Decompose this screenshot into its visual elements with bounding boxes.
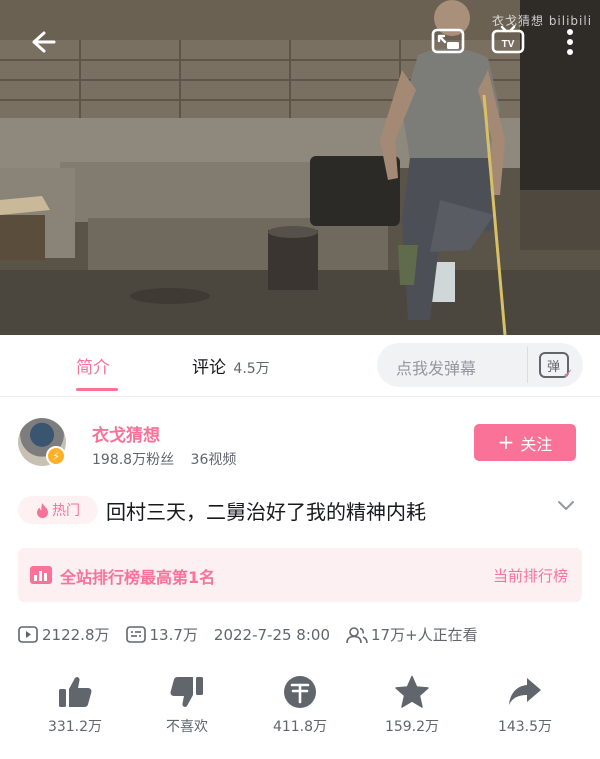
viewers-icon	[346, 626, 368, 643]
tab-intro[interactable]: 简介	[76, 353, 110, 378]
play-count: 2122.8万	[42, 626, 110, 644]
dislike-label: 不喜欢	[166, 719, 208, 735]
follow-label: 关注	[520, 434, 553, 454]
video-meta: 2122.8万 13.7万 2022-7-25 8:00 17万+人正在看	[18, 624, 478, 645]
video-count: 36视频	[190, 452, 237, 468]
check-icon: ✓	[562, 367, 574, 382]
thumbs-up-icon	[59, 677, 92, 707]
video-title: 回村三天，二舅治好了我的精神内耗	[106, 500, 426, 524]
dislike-button[interactable]: 不喜欢	[137, 672, 237, 736]
fire-icon	[37, 502, 48, 518]
coin-button[interactable]: 411.8万	[250, 672, 350, 736]
svg-text:TV: TV	[502, 39, 515, 50]
action-bar: 331.2万 不喜欢 411.8万 159.2万 143.5万	[0, 672, 600, 742]
chevron-down-icon[interactable]	[556, 496, 576, 516]
danmaku-settings-button[interactable]: 弹 ✓	[527, 347, 579, 383]
danmaku-count: 13.7万	[149, 626, 198, 644]
cast-tv-button[interactable]: TV	[488, 22, 528, 62]
current-ranking-link[interactable]: 当前排行榜	[493, 565, 568, 586]
play-count-icon	[18, 626, 38, 643]
favorite-count: 159.2万	[384, 719, 440, 735]
share-arrow-icon	[509, 678, 541, 705]
danmaku-icon: 弹 ✓	[538, 352, 574, 382]
ranking-text: 全站排行榜最高第1名	[60, 568, 216, 587]
follower-count: 198.8万粉丝	[92, 452, 175, 468]
back-button[interactable]	[22, 22, 62, 62]
share-count: 143.5万	[497, 719, 553, 735]
active-tab-indicator	[76, 388, 118, 391]
thumbs-down-icon	[170, 677, 203, 707]
plus-icon: +	[497, 429, 515, 454]
favorite-button[interactable]: 159.2万	[362, 672, 462, 736]
video-player[interactable]: 衣戈猜想 bilibili TV	[0, 0, 600, 335]
hot-tag[interactable]: 热门	[18, 496, 98, 524]
publish-date: 2022-7-25 8:00	[213, 625, 330, 644]
tv-icon: TV	[491, 26, 525, 54]
more-options-button[interactable]	[552, 22, 588, 62]
lightning-badge-icon: ⚡	[46, 446, 66, 466]
picture-in-picture-button[interactable]	[428, 22, 468, 62]
follow-button[interactable]: + 关注	[474, 424, 576, 461]
watching-now: 17万+人正在看	[371, 626, 478, 644]
coin-icon	[284, 676, 316, 708]
danmaku-icon-text: 弹	[546, 359, 560, 375]
hot-tag-label: 热门	[52, 503, 80, 519]
uploader-name[interactable]: 衣戈猜想	[92, 421, 160, 446]
danmaku-input[interactable]: 点我发弹幕 弹 ✓	[377, 343, 583, 387]
tab-comments-label: 评论	[192, 358, 226, 378]
like-button[interactable]: 331.2万	[25, 672, 125, 736]
ranking-banner[interactable]: 全站排行榜最高第1名 当前排行榜	[18, 548, 582, 602]
tab-comments[interactable]: 评论 4.5万	[192, 353, 270, 378]
picture-in-picture-icon	[431, 28, 465, 54]
comments-count: 4.5万	[233, 361, 270, 377]
share-button[interactable]: 143.5万	[475, 672, 575, 736]
bar-chart-icon	[30, 566, 52, 584]
danmaku-count-icon	[125, 626, 146, 643]
danmaku-placeholder: 点我发弹幕	[396, 359, 477, 378]
like-count: 331.2万	[47, 719, 103, 735]
coin-count: 411.8万	[272, 719, 328, 735]
more-vertical-icon	[567, 29, 573, 55]
star-icon	[395, 675, 429, 708]
back-arrow-icon	[32, 31, 56, 53]
uploader-stats: 198.8万粉丝 36视频	[92, 449, 236, 469]
